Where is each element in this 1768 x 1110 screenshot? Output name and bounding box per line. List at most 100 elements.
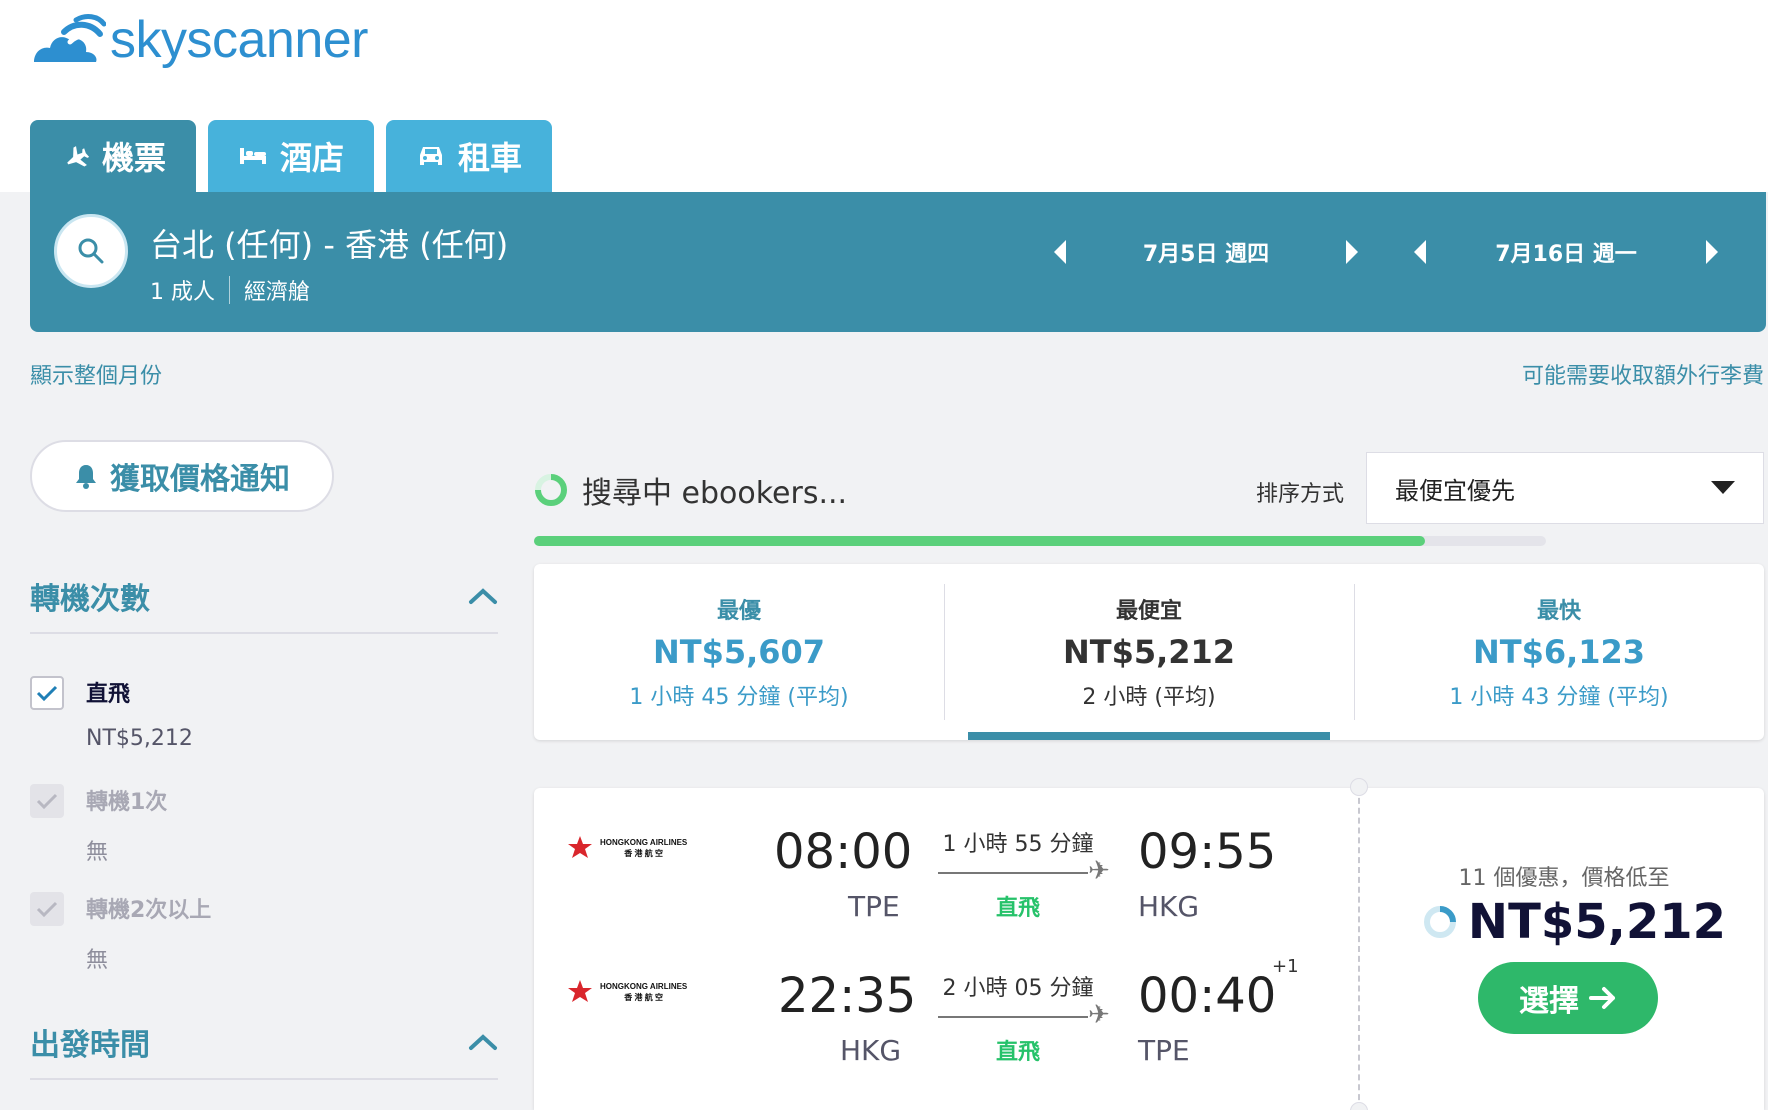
plane-icon [60, 141, 90, 171]
summary-title: 最便宜 [1115, 599, 1182, 624]
skyscanner-logo[interactable]: skyscanner [28, 10, 369, 70]
tab-flights[interactable]: 機票 [30, 120, 197, 192]
depart-date[interactable]: 7月5日 週四 [1076, 236, 1336, 268]
search-icon [78, 238, 104, 264]
chevron-up-icon [469, 1034, 497, 1050]
stops-option-direct[interactable]: 直飛 NT$5,212 [30, 676, 193, 751]
stops-option-price: 無 [86, 840, 109, 865]
two-plus-checkbox [30, 892, 64, 926]
arrow-right-icon [1589, 987, 1615, 1009]
meta-divider [229, 276, 230, 304]
caret-right-icon [1706, 240, 1718, 264]
summary-price: NT$6,123 [1472, 633, 1646, 671]
stops-option-label: 轉機1次 [86, 790, 168, 815]
baggage-fees-link[interactable]: 可能需要收取額外行李費 [1522, 358, 1764, 390]
edit-search-button[interactable] [54, 214, 128, 288]
search-summary-bar[interactable]: 台北 (任何) - 香港 (任何) 1 成人 經濟艙 7月5日 週四 7月16日… [30, 192, 1766, 332]
flight-line [938, 872, 1088, 874]
summary-cheapest[interactable]: 最便宜 NT$5,212 2 小時 (平均) [944, 564, 1354, 740]
filter-divider [30, 1078, 498, 1080]
stops-option-price: NT$5,212 [86, 726, 193, 751]
airline-name: HONGKONG AIRLINES 香 港 航 空 [600, 837, 687, 859]
airline-logo: HONGKONG AIRLINES 香 港 航 空 [566, 978, 687, 1006]
price-alert-button[interactable]: 獲取價格通知 [30, 440, 334, 512]
check-icon [36, 901, 58, 918]
inbound-leg: HONGKONG AIRLINES 香 港 航 空 22:35 HKG 2 小時… [534, 932, 1354, 1072]
tab-hotels[interactable]: 酒店 [208, 120, 375, 192]
arrive-time: 00:40 [1138, 968, 1277, 1024]
results-summary-tabs: 最優 NT$5,607 1 小時 45 分鐘 (平均) 最便宜 NT$5,212… [534, 564, 1764, 740]
airline-logo: HONGKONG AIRLINES 香 港 航 空 [566, 834, 687, 862]
departure-time-filter-title: 出發時間 [30, 1028, 150, 1063]
plane-icon: ✈ [1088, 856, 1110, 886]
return-prev-button[interactable] [1406, 232, 1436, 272]
summary-price: NT$5,212 [1062, 633, 1236, 671]
depart-time: 22:35 [778, 968, 917, 1024]
airline-name-zh: 香 港 航 空 [624, 849, 663, 858]
departure-time-filter-header[interactable]: 出發時間 [30, 1020, 498, 1064]
one-stop-checkbox [30, 784, 64, 818]
stops-option-label: 直飛 [86, 682, 131, 707]
depart-next-button[interactable] [1336, 232, 1366, 272]
stops-filter-header[interactable]: 轉機次數 [30, 574, 498, 618]
chevron-up-icon [469, 588, 497, 604]
summary-duration: 2 小時 (平均) [1082, 685, 1216, 710]
logo-text: skyscanner [110, 11, 369, 69]
search-progress-fill [534, 536, 1425, 546]
select-label: 選擇 [1519, 984, 1579, 1019]
tab-label: 租車 [458, 139, 523, 177]
flight-line [938, 1016, 1088, 1018]
direct-checkbox[interactable] [30, 676, 64, 710]
return-next-button[interactable] [1696, 232, 1726, 272]
summary-best[interactable]: 最優 NT$5,607 1 小時 45 分鐘 (平均) [534, 564, 944, 740]
sort-label: 排序方式 [1256, 482, 1345, 507]
depart-time: 08:00 [774, 824, 913, 880]
lowest-price: NT$5,212 [1467, 894, 1727, 950]
airline-name-en: HONGKONG AIRLINES [600, 982, 688, 991]
arrive-airport: HKG [1138, 890, 1200, 923]
tab-car-hire[interactable]: 租車 [386, 120, 553, 192]
result-card[interactable]: HONGKONG AIRLINES 香 港 航 空 08:00 TPE 1 小時… [534, 778, 1764, 1110]
caret-down-icon [1711, 481, 1735, 494]
product-tabs: 機票 酒店 租車 [30, 120, 553, 192]
summary-duration: 1 小時 43 分鐘 (平均) [1449, 685, 1669, 710]
loading-spinner-icon [535, 474, 567, 506]
hongkong-airlines-icon [568, 836, 592, 858]
summary-price: NT$5,607 [652, 633, 826, 671]
flight-duration: 1 小時 55 分鐘 [942, 832, 1094, 857]
search-meta: 1 成人 經濟艙 [150, 274, 310, 306]
bed-icon [238, 141, 268, 171]
select-button[interactable]: 選擇 [1478, 962, 1658, 1034]
plane-icon: ✈ [1088, 1000, 1110, 1030]
bell-icon [76, 465, 96, 489]
passengers-text: 1 成人 [150, 280, 215, 305]
stops-option-text: 直飛 NT$5,212 [86, 676, 193, 751]
selected-indicator [968, 732, 1330, 740]
stops-filter-title: 轉機次數 [30, 582, 150, 617]
flight-duration: 2 小時 05 分鐘 [942, 976, 1094, 1001]
show-whole-month-link[interactable]: 顯示整個月份 [30, 358, 162, 390]
arrive-airport: TPE [1138, 1034, 1190, 1067]
arrive-time: 09:55 [1138, 824, 1277, 880]
summary-title: 最優 [716, 599, 761, 624]
price-alert-label: 獲取價格通知 [110, 462, 290, 497]
filter-divider [30, 632, 498, 634]
stops-text: 直飛 [995, 1040, 1040, 1065]
searching-text: 搜尋中 ebookers... [582, 476, 848, 511]
stops-text: 直飛 [995, 896, 1040, 921]
depart-prev-button[interactable] [1046, 232, 1076, 272]
return-date-nav: 7月16日 週一 [1406, 232, 1726, 272]
airline-name-zh: 香 港 航 空 [624, 993, 663, 1002]
tab-label: 酒店 [280, 139, 345, 177]
hongkong-airlines-icon [568, 980, 592, 1002]
price-block: NT$5,212 [1384, 894, 1764, 950]
stops-option-text: 轉機1次 無 [86, 784, 167, 866]
summary-fastest[interactable]: 最快 NT$6,123 1 小時 43 分鐘 (平均) [1354, 564, 1764, 740]
tab-label: 機票 [102, 139, 167, 177]
return-date[interactable]: 7月16日 週一 [1436, 236, 1696, 268]
caret-left-icon [1054, 240, 1066, 264]
sort-dropdown[interactable]: 最便宜優先 [1366, 452, 1764, 524]
card-divider [1358, 788, 1360, 1110]
depart-airport: HKG [840, 1034, 902, 1067]
cabin-text: 經濟艙 [244, 280, 311, 305]
